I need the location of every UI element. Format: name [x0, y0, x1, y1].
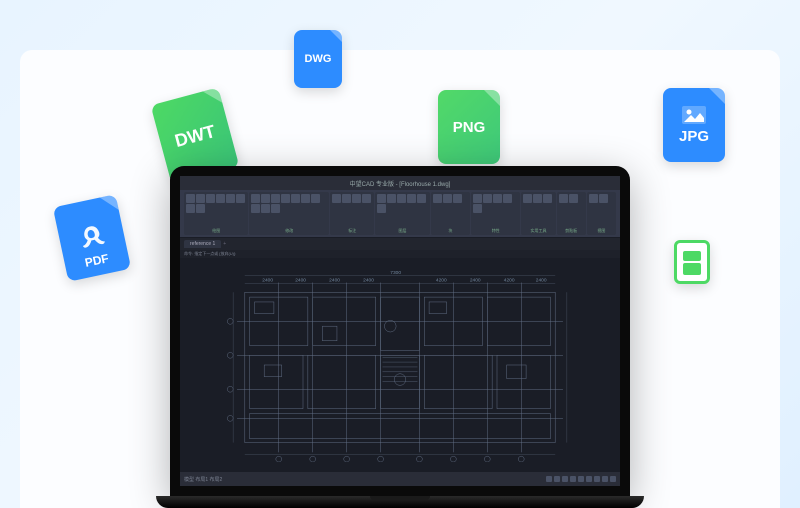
svg-text:2400: 2400 — [363, 278, 374, 284]
status-icon[interactable] — [610, 476, 616, 482]
laptop-mockup: 中望CAD 专业版 - [Floorhouse 1.dwg] 绘图 修改 标注 … — [170, 166, 630, 508]
titlebar: 中望CAD 专业版 - [Floorhouse 1.dwg] — [180, 176, 620, 190]
command-line[interactable]: 命令: 指定下一点或 [放弃(U)]: — [180, 250, 620, 258]
app-title: 中望CAD 专业版 - [Floorhouse 1.dwg] — [350, 179, 451, 188]
dwg-label: DWG — [305, 53, 332, 65]
status-right — [546, 476, 616, 482]
jpg-label: JPG — [679, 128, 709, 145]
jpg-file-icon: JPG — [663, 88, 725, 162]
status-icon[interactable] — [554, 476, 560, 482]
svg-text:7300: 7300 — [390, 270, 401, 276]
status-icon[interactable] — [570, 476, 576, 482]
svg-text:4200: 4200 — [504, 278, 515, 284]
document-tab[interactable]: reference 1 — [184, 240, 221, 248]
svg-text:2400: 2400 — [262, 278, 273, 284]
svg-text:2400: 2400 — [470, 278, 481, 284]
laptop-base — [156, 496, 644, 508]
cad-screen: 中望CAD 专业版 - [Floorhouse 1.dwg] 绘图 修改 标注 … — [180, 176, 620, 486]
dwg-file-icon: DWG — [294, 30, 342, 88]
status-icon[interactable] — [562, 476, 568, 482]
pdf-glyph-icon — [75, 221, 108, 254]
png-label: PNG — [453, 119, 486, 136]
image-glyph-icon — [682, 106, 706, 124]
status-bar[interactable]: 模型 布局1 布局2 — [180, 472, 620, 486]
status-icon[interactable] — [546, 476, 552, 482]
floor-plan-drawing: 2400 2400 2400 2400 7300 4200 2400 4200 … — [220, 268, 580, 462]
pdf-label: PDF — [84, 251, 110, 270]
svg-text:2400: 2400 — [295, 278, 306, 284]
png-file-icon: PNG — [438, 90, 500, 164]
document-tabs[interactable]: reference 1 + — [180, 238, 620, 250]
status-left[interactable]: 模型 布局1 布局2 — [184, 476, 222, 483]
drawing-canvas[interactable]: 2400 2400 2400 2400 7300 4200 2400 4200 … — [180, 258, 620, 472]
laptop-bezel: 中望CAD 专业版 - [Floorhouse 1.dwg] 绘图 修改 标注 … — [170, 166, 630, 496]
svg-text:2400: 2400 — [329, 278, 340, 284]
status-icon[interactable] — [578, 476, 584, 482]
dwt-label: DWT — [172, 121, 217, 152]
print-file-icon — [674, 240, 710, 284]
status-icon[interactable] — [586, 476, 592, 482]
svg-text:4200: 4200 — [436, 278, 447, 284]
status-icon[interactable] — [602, 476, 608, 482]
ribbon[interactable]: 绘图 修改 标注 图层 块 特性 实用工具 剪贴板 视图 — [180, 190, 620, 238]
status-icon[interactable] — [594, 476, 600, 482]
svg-text:2400: 2400 — [536, 278, 547, 284]
